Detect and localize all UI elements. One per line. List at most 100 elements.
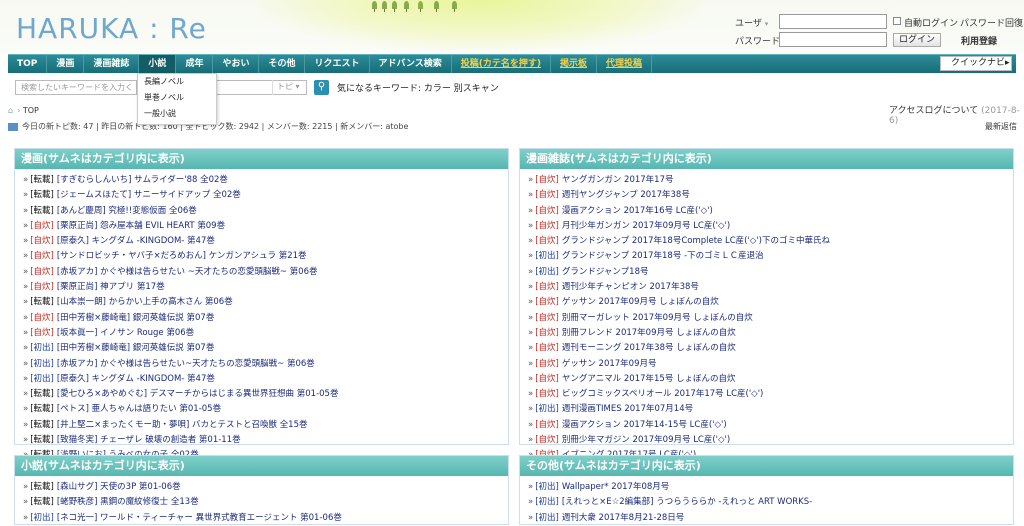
- list-item[interactable]: » [自炊] グランドジャンプ 2017年18号Complete LC産('◇')下…: [528, 234, 1013, 249]
- list-item[interactable]: » [自炊] 漫画アクション 2017年14-15号 LC産('◇'): [528, 418, 1013, 433]
- nav-manga-magazine[interactable]: 漫画雑誌: [84, 55, 140, 73]
- list-item[interactable]: » [転載] [愛七ひろ×あやめぐむ] デスマーチからはじまる異世界狂想曲 第01-…: [23, 387, 508, 402]
- nav-novel[interactable]: 小説: [139, 55, 177, 73]
- item-link[interactable]: [えれっと×E☆2編集部] うつらうららか -えれっと ART WORKS-: [562, 497, 812, 507]
- nav-adult[interactable]: 成年: [176, 55, 214, 73]
- item-link[interactable]: 別冊マーガレット 2017年09月号 しょぼんの自炊: [562, 313, 753, 323]
- nav-top[interactable]: TOP: [8, 55, 48, 73]
- item-link[interactable]: 週刊大衆 2017年8月21-28日号: [562, 513, 684, 523]
- item-link[interactable]: 週刊少年チャンピオン 2017年38号: [562, 282, 699, 292]
- item-link[interactable]: [蛯野秩彦] 黒鋼の魔紋修復士 全13巻: [57, 497, 199, 507]
- nav-manga[interactable]: 漫画: [47, 55, 85, 73]
- list-item[interactable]: » [自炊] [栗原正尚] 怨み屋本舗 EVIL HEART 第09巻: [23, 219, 508, 234]
- list-item[interactable]: » [自炊] ヤングガンガン 2017年17号: [528, 173, 1013, 188]
- item-link[interactable]: [ジェームスほたて] サニーサイドアップ 全02巻: [57, 190, 241, 200]
- item-link[interactable]: 週刊漫画TIMES 2017年07月14号: [562, 404, 693, 414]
- nav-other[interactable]: その他: [259, 55, 306, 73]
- list-item[interactable]: » [転載] [ジェームスほたて] サニーサイドアップ 全02巻: [23, 188, 508, 203]
- item-link[interactable]: ゲッサン 2017年09月号 しょぼんの自炊: [562, 297, 719, 307]
- list-item[interactable]: » [転載] [あんど慶周] 究極!!変態仮面 全06巻: [23, 204, 508, 219]
- item-link[interactable]: [田中芳樹×藤崎竜] 銀河英雄伝説 第07巻: [57, 343, 214, 353]
- password-input[interactable]: [779, 32, 887, 47]
- recent-replies-link[interactable]: 最新返信: [985, 121, 1017, 132]
- item-link[interactable]: [栗原正尚] 怨み屋本舗 EVIL HEART 第09巻: [57, 221, 225, 231]
- item-link[interactable]: 週刊ヤングジャンプ 2017年38号: [562, 190, 690, 200]
- item-link[interactable]: 別冊フレンド 2017年09月号 しょぼんの自炊: [562, 328, 736, 338]
- list-item[interactable]: » [転載] [蛯野秩彦] 黒鋼の魔紋修復士 全13巻: [23, 495, 508, 510]
- nav-yaoi[interactable]: やおい: [213, 55, 260, 73]
- list-item[interactable]: » [初出] [田中芳樹×藤崎竜] 銀河英雄伝説 第07巻: [23, 341, 508, 356]
- list-item[interactable]: » [自炊] 月刊少年ガンガン 2017年09月号 LC産('◇'): [528, 219, 1013, 234]
- item-link[interactable]: 漫画アクション 2017年16号 LC産('◇'): [562, 206, 713, 216]
- list-item[interactable]: » [自炊] 別冊少年マガジン 2017年09月号 LC産('◇'): [528, 433, 1013, 448]
- list-item[interactable]: » [初出] Wallpaper* 2017年08月号: [528, 480, 1013, 495]
- topic-select[interactable]: トピ ▾: [272, 80, 307, 95]
- list-item[interactable]: » [転載] [致猫冬実] チェーザレ 破壊の創造者 第01-11巻: [23, 433, 508, 448]
- item-link[interactable]: [赤坂アカ] かぐや様は告らせたい~天才たちの恋愛頭脳戦~ 第06巻: [57, 359, 315, 369]
- item-link[interactable]: [栗原正尚] 神アプリ 第17巻: [57, 282, 165, 292]
- item-link[interactable]: [井上堅二×まったくモー助・夢唄] バカとテストと召喚獣 全15巻: [57, 420, 308, 430]
- item-link[interactable]: ゲッサン 2017年09月号: [562, 359, 657, 369]
- nav-request[interactable]: リクエスト: [305, 55, 370, 73]
- list-item[interactable]: » [初出] 週刊漫画TIMES 2017年07月14号: [528, 402, 1013, 417]
- list-item[interactable]: » [自炊] 週刊少年チャンピオン 2017年38号: [528, 280, 1013, 295]
- list-item[interactable]: » [自炊] [栗原正尚] 神アプリ 第17巻: [23, 280, 508, 295]
- auto-login-checkbox[interactable]: [893, 17, 901, 25]
- item-link[interactable]: [山本崇一朗] からかい上手の高木さん 第06巻: [57, 297, 233, 307]
- item-link[interactable]: 週刊モーニング 2017年38号 しょぼんの自炊: [562, 343, 736, 353]
- item-link[interactable]: Wallpaper* 2017年08月号: [562, 482, 669, 492]
- nav-bbs[interactable]: 掲示板: [551, 55, 598, 73]
- list-item[interactable]: » [初出] [赤坂アカ] かぐや様は告らせたい~天才たちの恋愛頭脳戦~ 第06巻: [23, 357, 508, 372]
- item-link[interactable]: [致猫冬実] チェーザレ 破壊の創造者 第01-11巻: [57, 435, 241, 445]
- list-item[interactable]: » [転載] [すぎむらしんいち] サムライダー'88 全02巻: [23, 173, 508, 188]
- panel-title[interactable]: その他(サムネはカテゴリ内に表示): [520, 456, 1013, 476]
- list-item[interactable]: » [初出] [ネコ光一] ワールド・ティーチャー 異世界式教育エージェント 第01…: [23, 511, 508, 526]
- search-input[interactable]: 検索したいキーワードを入力く: [15, 80, 137, 95]
- item-link[interactable]: ビッグコミックスペリオール 2017年17号 LC産('◇'): [562, 389, 764, 399]
- list-item[interactable]: » [自炊] ビッグコミックスペリオール 2017年17号 LC産('◇'): [528, 387, 1013, 402]
- item-link[interactable]: [愛七ひろ×あやめぐむ] デスマーチからはじまる異世界狂想曲 第01-05巻: [57, 389, 339, 399]
- item-link[interactable]: [ペトス] 亜人ちゃんは語りたい 第01-05巻: [57, 404, 221, 414]
- panel-title[interactable]: 小説(サムネはカテゴリ内に表示): [15, 456, 508, 476]
- item-link[interactable]: [赤坂アカ] かぐや様は告らせたい ~天才たちの恋愛頭脳戦~ 第06巻: [57, 267, 318, 277]
- item-link[interactable]: 月刊少年ガンガン 2017年09月号 LC産('◇'): [562, 221, 730, 231]
- list-item[interactable]: » [自炊] ゲッサン 2017年09月号: [528, 357, 1013, 372]
- list-item[interactable]: » [自炊] [坂本眞一] イノサン Rouge 第06巻: [23, 326, 508, 341]
- list-item[interactable]: » [転載] [井上堅二×まったくモー助・夢唄] バカとテストと召喚獣 全15巻: [23, 418, 508, 433]
- dropdown-item-general-novel[interactable]: 一般小説: [138, 106, 216, 122]
- item-link[interactable]: [あんど慶周] 究極!!変態仮面 全06巻: [57, 206, 197, 216]
- user-input[interactable]: [779, 14, 887, 29]
- breadcrumb-top[interactable]: TOP: [23, 106, 39, 115]
- register-link[interactable]: 利用登録: [961, 34, 997, 47]
- item-link[interactable]: 別冊少年マガジン 2017年09月号 LC産('◇'): [562, 435, 730, 445]
- item-link[interactable]: ヤングガンガン 2017年17号: [562, 175, 674, 185]
- item-link[interactable]: [森山サグ] 天使の3P 第01-06巻: [57, 482, 181, 492]
- list-item[interactable]: » [初出] [原泰久] キングダム -KINGDOM- 第47巻: [23, 372, 508, 387]
- nav-advanced-search[interactable]: アドバンス検索: [370, 55, 452, 73]
- list-item[interactable]: » [自炊] 週刊モーニング 2017年38号 しょぼんの自炊: [528, 341, 1013, 356]
- list-item[interactable]: » [初出] [えれっと×E☆2編集部] うつらうららか -えれっと ART WOR…: [528, 495, 1013, 510]
- item-link[interactable]: [ネコ光一] ワールド・ティーチャー 異世界式教育エージェント 第01-06巻: [57, 513, 342, 523]
- list-item[interactable]: » [転載] [森山サグ] 天使の3P 第01-06巻: [23, 480, 508, 495]
- item-link[interactable]: [すぎむらしんいち] サムライダー'88 全02巻: [57, 175, 228, 185]
- list-item[interactable]: » [初出] グランドジャンプ 2017年18号 -下のゴミＬＣ産退治: [528, 249, 1013, 264]
- item-link[interactable]: グランドジャンプ 2017年18号 -下のゴミＬＣ産退治: [562, 251, 764, 261]
- list-item[interactable]: » [自炊] [赤坂アカ] かぐや様は告らせたい ~天才たちの恋愛頭脳戦~ 第06巻: [23, 265, 508, 280]
- list-item[interactable]: » [自炊] 漫画アクション 2017年16号 LC産('◇'): [528, 204, 1013, 219]
- item-link[interactable]: [サンドロビッチ・ヤバ子×だろめおん] ケンガンアシュラ 第21巻: [57, 251, 307, 261]
- list-item[interactable]: » [自炊] 別冊マーガレット 2017年09月号 しょぼんの自炊: [528, 311, 1013, 326]
- list-item[interactable]: » [自炊] ヤングアニマル 2017年15号 しょぼんの自炊: [528, 372, 1013, 387]
- item-link[interactable]: [原泰久] キングダム -KINGDOM- 第47巻: [57, 374, 215, 384]
- item-link[interactable]: [坂本眞一] イノサン Rouge 第06巻: [57, 328, 194, 338]
- item-link[interactable]: グランドジャンプ 2017年18号Complete LC産('◇')下のゴミ中華…: [562, 236, 830, 246]
- panel-title[interactable]: 漫画(サムネはカテゴリ内に表示): [15, 149, 508, 169]
- list-item[interactable]: » [初出] 週刊大衆 2017年8月21-28日号: [528, 511, 1013, 526]
- dropdown-item-single-novel[interactable]: 単巻ノベル: [138, 90, 216, 106]
- list-item[interactable]: » [自炊] [サンドロビッチ・ヤバ子×だろめおん] ケンガンアシュラ 第21巻: [23, 249, 508, 264]
- item-link[interactable]: ヤングアニマル 2017年15号 しょぼんの自炊: [562, 374, 736, 384]
- site-logo[interactable]: HARUKA : Re: [16, 12, 207, 45]
- item-link[interactable]: [原泰久] キングダム -KINGDOM- 第47巻: [57, 236, 215, 246]
- item-link[interactable]: [田中芳樹×藤崎竜] 銀河英雄伝説 第07巻: [57, 313, 214, 323]
- panel-title[interactable]: 漫画雑誌(サムネはカテゴリ内に表示): [520, 149, 1013, 169]
- list-item[interactable]: » [自炊] 別冊フレンド 2017年09月号 しょぼんの自炊: [528, 326, 1013, 341]
